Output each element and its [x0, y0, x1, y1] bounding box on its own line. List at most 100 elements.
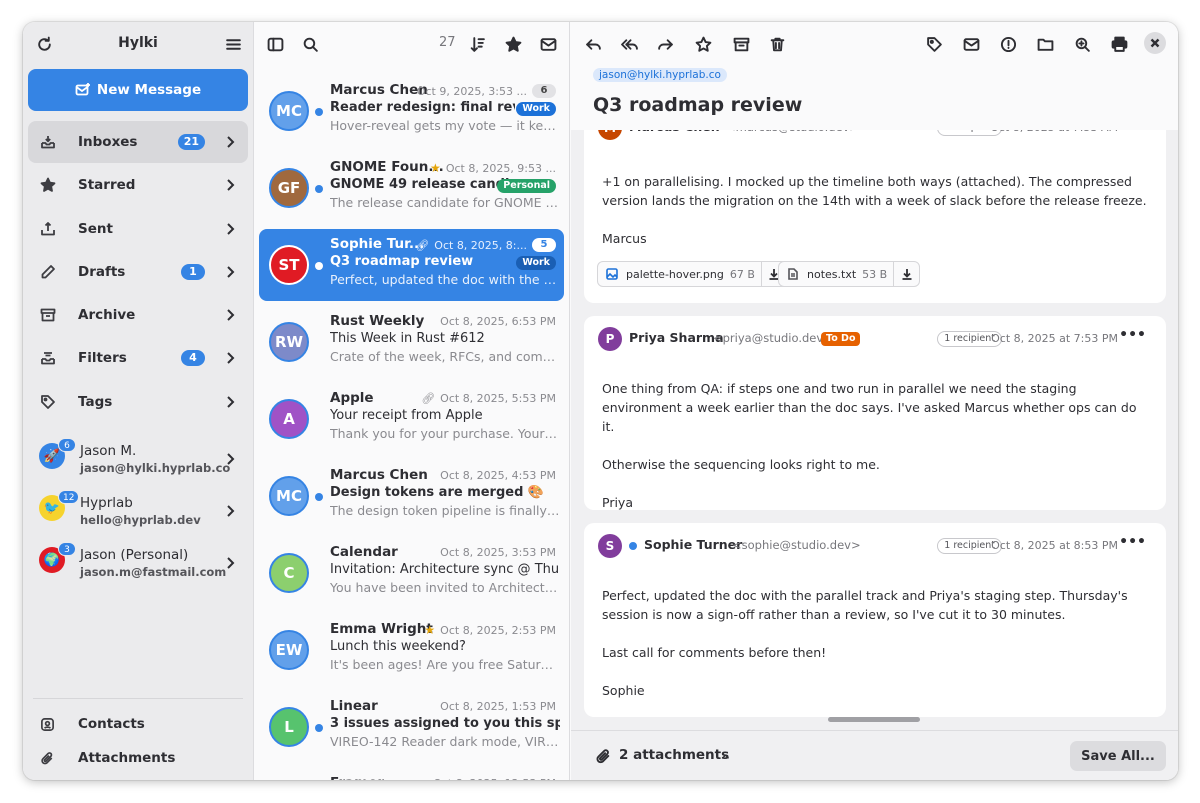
account-jason[interactable]: 🚀 6 Jason M. jason@hylki.hyprlab.co: [28, 431, 248, 483]
attachments-toggle[interactable]: [589, 742, 617, 770]
rocket-icon: 🚀: [43, 448, 61, 464]
message-list-item[interactable]: L Linear Oct 8, 2025, 1:53 PM 3 issues assi…: [259, 691, 564, 763]
starred-filter-button[interactable]: [499, 30, 527, 58]
account-hyprlab[interactable]: 🐦 12 Hyprlab hello@hyprlab.dev: [28, 483, 248, 535]
move-to-folder-button[interactable]: [1031, 30, 1059, 58]
sender-name: GNOME Foun...: [330, 159, 444, 175]
delete-button[interactable]: [763, 30, 791, 58]
message-list-item[interactable]: ST Sophie Tur... 🔗︎ Oct 8, 2025, 8:... 5 Q3 r…: [259, 229, 564, 301]
sidebar-item-drafts[interactable]: Drafts 1: [28, 251, 248, 293]
message-date: Oct 8, 2025, 8:...: [434, 238, 527, 252]
sender-name: Sophie Tur...: [330, 236, 425, 252]
more-options-icon[interactable]: •••: [1119, 534, 1146, 550]
message-list-item[interactable]: RW Rust Weekly Oct 8, 2025, 6:53 PM This We…: [259, 306, 564, 378]
message-subject: This Week in Rust #612: [330, 331, 485, 346]
download-button[interactable]: [893, 261, 919, 287]
message-list-item[interactable]: EW Emma Wright ★ Oct 8, 2025, 2:53 PM Lunch …: [259, 614, 564, 686]
envelope-icon: [540, 37, 556, 51]
toggle-sidebar-button[interactable]: [261, 30, 289, 58]
message-list-item[interactable]: GF GNOME Foun... ★ Oct 8, 2025, 9:53 ... GNO…: [259, 152, 564, 224]
zoom-in-icon: [1075, 37, 1090, 52]
label-tag: Work: [516, 256, 556, 270]
message-meta: Oct 8, 2025, 6:53 PM: [440, 315, 556, 328]
reply-all-icon: [620, 38, 638, 50]
account-email: jason@hylki.hyprlab.co: [80, 461, 231, 475]
sidebar-item-tags[interactable]: Tags: [28, 381, 248, 423]
search-icon: [303, 37, 318, 52]
message-card: S Sophie Turner <sophie@studio.dev> 1 re…: [584, 523, 1166, 717]
print-button[interactable]: [1105, 30, 1133, 58]
message-meta: Oct 8, 2025, 12:53 PM: [433, 777, 556, 780]
unread-badge: 21: [177, 134, 205, 150]
report-spam-button[interactable]: [994, 30, 1022, 58]
unread-filter-button[interactable]: [534, 30, 562, 58]
reply-button[interactable]: [579, 30, 607, 58]
account-jason-personal[interactable]: 🌍 3 Jason (Personal) jason.m@fastmail.co…: [28, 535, 248, 587]
more-options-icon[interactable]: •••: [1119, 327, 1146, 343]
sidebar-item-label: Inboxes: [78, 134, 138, 150]
message-header[interactable]: S Sophie Turner <sophie@studio.dev> 1 re…: [598, 534, 1152, 558]
sidebar-item-label: Filters: [78, 350, 127, 367]
trash-icon: [770, 37, 784, 51]
inbox-icon: [41, 136, 55, 149]
search-button[interactable]: [296, 30, 324, 58]
sort-button[interactable]: [463, 30, 491, 58]
reply-icon: [585, 38, 601, 50]
reply-all-button[interactable]: [615, 30, 643, 58]
mark-unread-button[interactable]: [957, 30, 985, 58]
unread-dot: [315, 724, 323, 732]
signature: Priya: [602, 495, 633, 510]
unread-dot: [315, 493, 323, 501]
message-header[interactable]: P Priya Sharma <priya@studio.dev> To Do …: [598, 327, 1152, 351]
account-pill: jason@hylki.hyprlab.co: [593, 68, 727, 82]
expand-attachments-button[interactable]: [711, 742, 739, 770]
sidebar-item-inboxes[interactable]: Inboxes 21: [28, 121, 248, 163]
star-button[interactable]: [689, 30, 717, 58]
sidebar-item-archive[interactable]: Archive: [28, 294, 248, 336]
sender-avatar: MC: [269, 91, 309, 131]
attachments-button[interactable]: Attachments: [28, 742, 248, 774]
bird-icon: 🐦: [43, 500, 61, 516]
forward-button[interactable]: [651, 30, 679, 58]
todo-tag[interactable]: To Do: [821, 332, 861, 346]
hamburger-icon: [225, 38, 241, 50]
account-badge: 3: [58, 542, 76, 556]
close-button[interactable]: [1144, 32, 1166, 54]
archive-button[interactable]: [727, 30, 755, 58]
sender-avatar: L: [269, 707, 309, 747]
message-subject: Invitation: Architecture sync @ Thu ...: [330, 562, 560, 577]
sender-avatar: A: [269, 399, 309, 439]
main-menu-button[interactable]: [219, 30, 247, 58]
forward-icon: [657, 38, 673, 50]
sidebar-item-starred[interactable]: Starred: [28, 164, 248, 206]
body-paragraph: Otherwise the sequencing looks right to …: [602, 457, 880, 472]
horizontal-scrollbar[interactable]: [828, 717, 920, 722]
message-list-item[interactable]: MC Marcus Chen Oct 8, 2025, 4:53 PM Design …: [259, 460, 564, 532]
sidebar-item-sent[interactable]: Sent: [28, 208, 248, 250]
attachment-chip[interactable]: palette-hover.png 67 B: [597, 261, 788, 287]
message-date: Oct 8, 2025, 2:53 PM: [440, 623, 556, 637]
message-list-item[interactable]: A Apple 🔗︎ Oct 8, 2025, 5:53 PM Your receipt…: [259, 383, 564, 455]
sender-name: Rust Weekly: [330, 313, 425, 329]
sidebar-item-label: Starred: [78, 177, 136, 194]
message-list-item[interactable]: C Calendar Oct 8, 2025, 3:53 PM Invitation:…: [259, 537, 564, 609]
pencil-icon: [41, 264, 55, 279]
paperclip-icon: 🔗︎: [421, 392, 436, 405]
save-all-button[interactable]: Save All...: [1070, 741, 1166, 771]
star-icon: [505, 36, 521, 52]
new-message-button[interactable]: New Message: [28, 69, 248, 111]
message-card: M Marcus Chen <marcus@studio.dev> 1 reci…: [584, 116, 1166, 303]
tag-button[interactable]: [920, 30, 948, 58]
attachment-chip[interactable]: notes.txt 53 B: [778, 261, 921, 287]
message-body: Perfect, updated the doc with the parall…: [602, 586, 1150, 719]
message-meta: Oct 8, 2025, 4:53 PM: [440, 469, 556, 482]
account-badge: 6: [58, 438, 76, 452]
message-list-item[interactable]: Framer Oct 8, 2025, 12:53 PM: [259, 768, 564, 780]
list-toolbar: 27: [254, 22, 569, 66]
contacts-button[interactable]: Contacts: [28, 708, 248, 740]
sidebar-item-filters[interactable]: Filters 4: [28, 337, 248, 379]
message-list-item[interactable]: MC Marcus Chen Oct 9, 2025, 3:53 ... 6 Reade…: [259, 75, 564, 147]
zoom-button[interactable]: [1068, 30, 1096, 58]
chevron-right-icon: [224, 178, 236, 192]
contacts-icon: [41, 717, 54, 731]
